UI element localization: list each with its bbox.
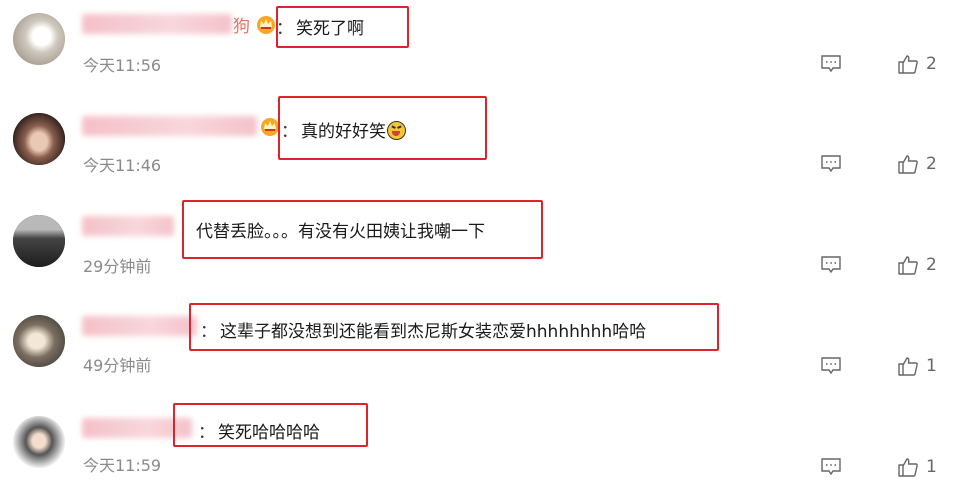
like-count: 2 <box>926 54 937 74</box>
thumbs-up-icon[interactable] <box>897 154 919 174</box>
comment-icon[interactable] <box>820 255 842 275</box>
username-blurred[interactable] <box>82 116 257 136</box>
avatar[interactable] <box>13 113 65 165</box>
thumbs-up-icon[interactable] <box>897 356 919 376</box>
timestamp: 29分钟前 <box>83 257 152 276</box>
comment-item: 代替丢脸。。。有没有火田姨让我嘲一下 29分钟前 2 <box>0 200 960 300</box>
comment-item: ： 这辈子都没想到还能看到杰尼斯女装恋爱hhhhhhhh哈哈 49分钟前 1 <box>0 300 960 400</box>
username-blurred[interactable] <box>82 316 197 336</box>
timestamp: 49分钟前 <box>83 356 152 375</box>
like-count: 1 <box>926 457 937 477</box>
thumbs-up-icon[interactable] <box>897 255 919 275</box>
comment-item: ： 笑死哈哈哈哈 今天11:59 1 <box>0 400 960 500</box>
timestamp: 今天11:56 <box>83 56 162 75</box>
avatar[interactable] <box>13 416 65 468</box>
thumbs-up-icon[interactable] <box>897 457 919 477</box>
like-count: 2 <box>926 154 937 174</box>
highlight-box <box>278 96 487 160</box>
like-count: 2 <box>926 255 937 275</box>
timestamp: 今天11:59 <box>83 456 162 475</box>
username-blurred[interactable] <box>82 216 174 236</box>
timestamp: 今天11:46 <box>83 156 162 175</box>
comment-item: 狗 ： 笑死了啊 今天11:56 2 <box>0 0 960 100</box>
avatar[interactable] <box>13 215 65 267</box>
highlight-box <box>276 6 409 48</box>
avatar[interactable] <box>13 315 65 367</box>
comment-icon[interactable] <box>820 154 842 174</box>
vip-crown-icon <box>257 16 275 34</box>
avatar[interactable] <box>13 13 65 65</box>
comment-icon[interactable] <box>820 356 842 376</box>
thumbs-up-icon[interactable] <box>897 54 919 74</box>
comment-icon[interactable] <box>820 54 842 74</box>
highlight-box <box>173 403 368 447</box>
highlight-box <box>189 303 719 351</box>
username-suffix[interactable]: 狗 <box>233 12 250 37</box>
comment-item: ： 真的好好笑 今天11:46 2 <box>0 96 960 200</box>
username-blurred[interactable] <box>82 14 232 34</box>
like-count: 1 <box>926 356 937 376</box>
comment-icon[interactable] <box>820 457 842 477</box>
vip-crown-icon <box>261 118 279 136</box>
highlight-box <box>182 200 543 259</box>
